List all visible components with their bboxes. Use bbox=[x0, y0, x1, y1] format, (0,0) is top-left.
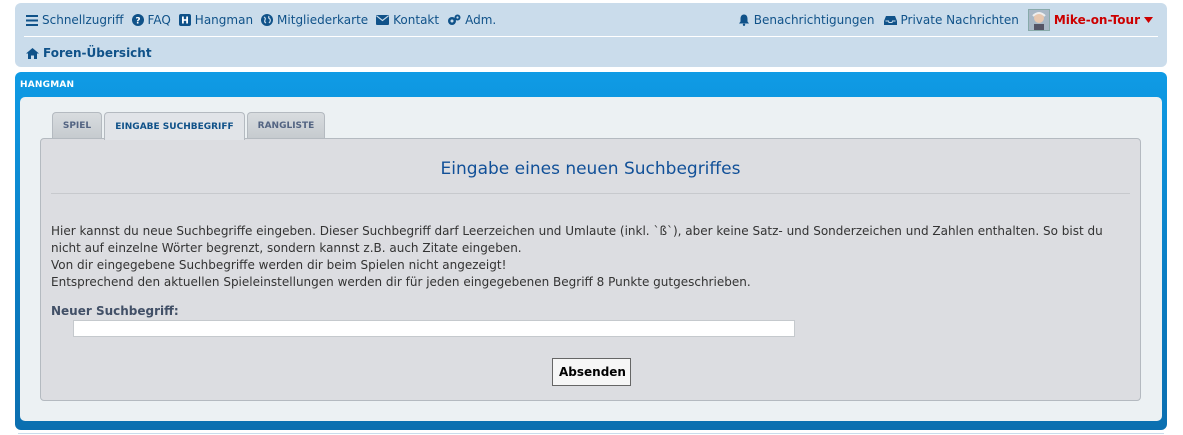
nav-link-label: Kontakt bbox=[393, 13, 440, 27]
tab-content: Eingabe eines neuen Suchbegriffes Hier k… bbox=[40, 138, 1141, 401]
footer-divider bbox=[18, 433, 1164, 434]
avatar bbox=[1027, 9, 1050, 31]
cogs-icon bbox=[448, 14, 461, 25]
tab-eingabe-suchbegriff[interactable]: EINGABE SUCHBEGRIFF bbox=[104, 112, 245, 140]
tab-rangliste[interactable]: RANGLISTE bbox=[247, 112, 325, 138]
envelope-icon bbox=[376, 15, 390, 25]
navbar: Schnellzugriff ? FAQ Hangman Mitgliederk… bbox=[15, 3, 1167, 67]
nav-link-kontakt[interactable]: Kontakt bbox=[376, 13, 439, 27]
intro-line: Entsprechend den aktuellen Spieleinstell… bbox=[51, 275, 751, 289]
question-circle-icon: ? bbox=[131, 14, 144, 27]
nav-link-label: Benachrichtigungen bbox=[753, 13, 875, 27]
nav-link-label: Mitgliederkarte bbox=[277, 13, 369, 27]
breadcrumb-home[interactable]: Foren-Übersicht bbox=[26, 46, 152, 60]
inbox-icon bbox=[883, 15, 897, 25]
form-heading: Eingabe eines neuen Suchbegriffes bbox=[440, 159, 741, 179]
nav-left: Schnellzugriff ? FAQ Hangman Mitgliederk… bbox=[26, 3, 504, 37]
user-menu[interactable]: Mike-on-Tour bbox=[1027, 9, 1157, 31]
h-square-icon bbox=[178, 14, 191, 26]
caret-down-icon bbox=[1144, 17, 1153, 23]
intro-text: Hier kannst du neue Suchbegriffe eingebe… bbox=[51, 223, 1121, 291]
intro-line: Hier kannst du neue Suchbegriffe eingebe… bbox=[51, 224, 1103, 255]
nav-link-schnellzugriff[interactable]: Schnellzugriff bbox=[26, 13, 124, 27]
nav-link-adm[interactable]: Adm. bbox=[447, 13, 496, 27]
bell-icon bbox=[738, 14, 749, 26]
home-icon bbox=[26, 47, 39, 59]
tab-spiel[interactable]: SPIEL bbox=[52, 112, 102, 138]
nav-link-notifications[interactable]: Benachrichtigungen bbox=[738, 13, 875, 27]
heading-divider bbox=[51, 193, 1130, 194]
breadcrumb-label: Foren-Übersicht bbox=[43, 46, 152, 60]
nav-link-private-messages[interactable]: Private Nachrichten bbox=[883, 13, 1019, 27]
nav-link-faq[interactable]: ? FAQ bbox=[131, 13, 171, 27]
nav-link-label: Adm. bbox=[465, 13, 497, 27]
intro-line: Von dir eingegebene Suchbegriffe werden … bbox=[51, 258, 507, 272]
panel-title: HANGMAN bbox=[20, 80, 75, 90]
nav-link-mitgliederkarte[interactable]: Mitgliederkarte bbox=[261, 13, 368, 27]
bars-icon bbox=[26, 14, 38, 26]
breadcrumb: Foren-Übersicht bbox=[26, 37, 152, 69]
username: Mike-on-Tour bbox=[1053, 13, 1140, 27]
search-term-label: Neuer Suchbegriff: bbox=[51, 304, 179, 318]
nav-link-label: FAQ bbox=[147, 13, 171, 27]
nav-link-label: Private Nachrichten bbox=[900, 13, 1019, 27]
nav-right: Benachrichtigungen Private Nachrichten M… bbox=[729, 3, 1157, 37]
submit-button[interactable]: Absenden bbox=[552, 358, 631, 386]
nav-link-label: Hangman bbox=[194, 13, 254, 27]
search-term-input[interactable] bbox=[73, 320, 795, 337]
globe-icon bbox=[261, 14, 274, 26]
nav-link-hangman[interactable]: Hangman bbox=[178, 13, 254, 27]
hangman-panel: HANGMAN SPIEL EINGABE SUCHBEGRIFF RANGLI… bbox=[15, 72, 1167, 430]
nav-divider bbox=[24, 36, 1158, 37]
nav-link-label: Schnellzugriff bbox=[42, 13, 124, 27]
nav-row-main: Schnellzugriff ? FAQ Hangman Mitgliederk… bbox=[15, 3, 1167, 37]
svg-text:?: ? bbox=[135, 17, 140, 27]
panel-body: SPIEL EINGABE SUCHBEGRIFF RANGLISTE Eing… bbox=[20, 97, 1162, 421]
